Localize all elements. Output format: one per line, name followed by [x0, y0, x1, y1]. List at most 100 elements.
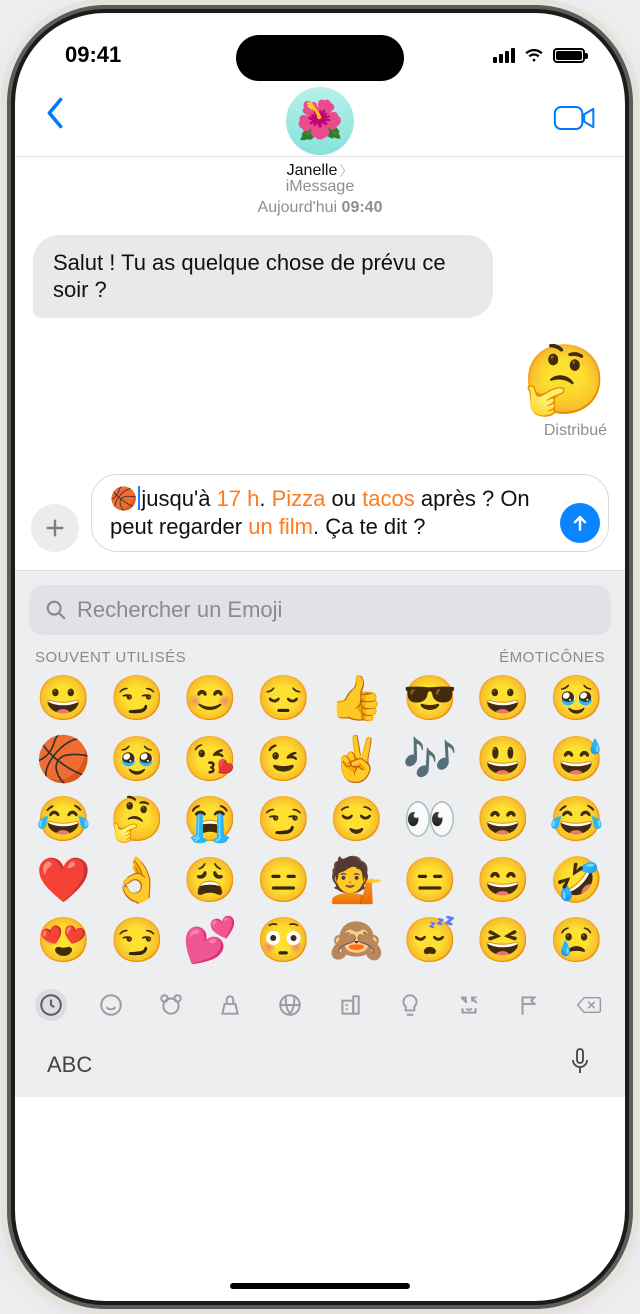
emoji-cell[interactable]: 😢 [544, 916, 609, 967]
send-button[interactable] [560, 503, 600, 543]
seg-t1: jusqu'à [141, 486, 216, 511]
emoji-cell[interactable]: 🤔 [104, 795, 169, 846]
emoji-cell[interactable]: 😀 [471, 674, 536, 725]
emoji-grid: 😀😏😊😔👍😎😀🥹🏀🥹😘😉✌️🎶😃😅😂🤔😭😏😌👀😄😂❤️👌😩😑💁😑😄🤣😍😏💕😳🙈😴… [29, 674, 611, 973]
emoji-cell[interactable]: 👀 [397, 795, 462, 846]
status-right [493, 42, 585, 68]
incoming-message-text: Salut ! Tu as quelque chose de prévu ce … [53, 250, 446, 303]
dictation-button[interactable] [567, 1047, 593, 1083]
emoji-cell[interactable]: 🙈 [324, 916, 389, 967]
contact-name: Janelle [287, 162, 338, 180]
seg-t5: . Ça te dit ? [313, 514, 426, 539]
avatar: 🌺 [286, 87, 354, 155]
category-flags[interactable] [513, 989, 545, 1021]
seg-t3: ou [325, 486, 362, 511]
emoji-cell[interactable]: 🤣 [544, 856, 609, 907]
search-icon [45, 599, 67, 621]
category-symbols[interactable] [453, 989, 485, 1021]
back-button[interactable] [35, 93, 75, 133]
keyboard-bottom-row: ABC [29, 1025, 611, 1087]
seg-h2: Pizza [272, 486, 326, 511]
emoji-cell[interactable]: 😆 [471, 916, 536, 967]
emoji-search[interactable]: Rechercher un Emoji [29, 585, 611, 635]
emoji-cell[interactable]: 😎 [397, 674, 462, 725]
navigation-bar: 🌺 Janelle 〉 [15, 83, 625, 144]
emoji-cell[interactable]: 😑 [251, 856, 316, 907]
emoji-cell[interactable]: 😌 [324, 795, 389, 846]
emoji-cell[interactable]: ✌️ [324, 735, 389, 786]
emoji-cell[interactable]: 😊 [178, 674, 243, 725]
emoji-cell[interactable]: 😴 [397, 916, 462, 967]
wifi-icon [523, 42, 545, 68]
emoji-cell[interactable]: 😏 [104, 674, 169, 725]
emoji-cell[interactable]: 🎶 [397, 735, 462, 786]
emoji-keyboard: Rechercher un Emoji SOUVENT UTILISÉS ÉMO… [15, 570, 625, 1097]
home-indicator[interactable] [230, 1283, 410, 1289]
emoji-cell[interactable]: 😄 [471, 856, 536, 907]
emoji-cell[interactable]: 😅 [544, 735, 609, 786]
delivered-label: Distribué [33, 422, 607, 440]
conversation-thread[interactable]: iMessage Aujourd'hui 09:40 Salut ! Tu as… [15, 157, 625, 448]
category-objects[interactable] [394, 989, 426, 1021]
emoji-cell[interactable]: 💁 [324, 856, 389, 907]
category-activity[interactable] [274, 989, 306, 1021]
thread-timestamp: iMessage Aujourd'hui 09:40 [33, 177, 607, 219]
emoji-cell[interactable]: 😏 [251, 795, 316, 846]
emoji-cell[interactable]: 😑 [397, 856, 462, 907]
status-time: 09:41 [65, 42, 121, 68]
sent-message-emoji: 🤔 [522, 342, 607, 418]
seg-h4: un film [248, 514, 313, 539]
category-animals[interactable] [155, 989, 187, 1021]
emoji-cell[interactable]: 😩 [178, 856, 243, 907]
emoji-cell[interactable]: 😘 [178, 735, 243, 786]
seg-h3: tacos [362, 486, 415, 511]
battery-icon [553, 48, 585, 63]
facetime-button[interactable] [553, 93, 597, 138]
abc-key[interactable]: ABC [47, 1052, 92, 1078]
message-input[interactable]: 🏀jusqu'à 17 h. Pizza ou tacos après ? On… [91, 474, 609, 552]
emoji-cell[interactable]: 😀 [31, 674, 96, 725]
emoji-cell[interactable]: 😂 [31, 795, 96, 846]
emoji-cell[interactable]: 😄 [471, 795, 536, 846]
emoji-section-labels: SOUVENT UTILISÉS ÉMOTICÔNES [35, 649, 605, 666]
category-recent[interactable] [35, 989, 67, 1021]
dynamic-island [236, 35, 404, 81]
emoji-cell[interactable]: 😏 [104, 916, 169, 967]
seg-t2: . [259, 486, 271, 511]
emoji-cell[interactable]: 😃 [471, 735, 536, 786]
emoji-cell[interactable]: 🥹 [104, 735, 169, 786]
category-smileys[interactable] [95, 989, 127, 1021]
emoji-search-placeholder: Rechercher un Emoji [77, 597, 282, 623]
emoji-cell[interactable]: 🥹 [544, 674, 609, 725]
cellular-icon [493, 47, 515, 63]
section-smileys: ÉMOTICÔNES [499, 649, 605, 666]
avatar-emoji: 🌺 [296, 99, 343, 143]
chevron-right-icon: 〉 [339, 161, 353, 181]
emoji-cell[interactable]: 😂 [544, 795, 609, 846]
sent-message[interactable]: 🤔 [522, 346, 607, 414]
emoji-cell[interactable]: 😳 [251, 916, 316, 967]
iphone-frame: 09:41 🌺 Janelle 〉 iMessage [15, 13, 625, 1301]
emoji-cell[interactable]: 🏀 [31, 735, 96, 786]
emoji-cell[interactable]: ❤️ [31, 856, 96, 907]
emoji-cell[interactable]: 😉 [251, 735, 316, 786]
timestamp-day: Aujourd'hui [258, 199, 338, 216]
emoji-cell[interactable]: 💕 [178, 916, 243, 967]
contact-header[interactable]: 🌺 Janelle 〉 [286, 87, 354, 181]
category-food[interactable] [214, 989, 246, 1021]
seg-emoji: 🏀 [110, 486, 137, 511]
emoji-cell[interactable]: 😔 [251, 674, 316, 725]
section-frequently-used: SOUVENT UTILISÉS [35, 649, 186, 666]
composer-row: 🏀jusqu'à 17 h. Pizza ou tacos après ? On… [15, 448, 625, 570]
sent-message-row: 🤔 [33, 346, 607, 414]
category-travel[interactable] [334, 989, 366, 1021]
delete-key[interactable] [573, 989, 605, 1021]
emoji-cell[interactable]: 👍 [324, 674, 389, 725]
apps-button[interactable] [31, 504, 79, 552]
emoji-cell[interactable]: 👌 [104, 856, 169, 907]
seg-h1: 17 h [217, 486, 260, 511]
timestamp-time: 09:40 [342, 199, 383, 216]
incoming-message[interactable]: Salut ! Tu as quelque chose de prévu ce … [33, 235, 493, 318]
emoji-cell[interactable]: 😍 [31, 916, 96, 967]
emoji-cell[interactable]: 😭 [178, 795, 243, 846]
